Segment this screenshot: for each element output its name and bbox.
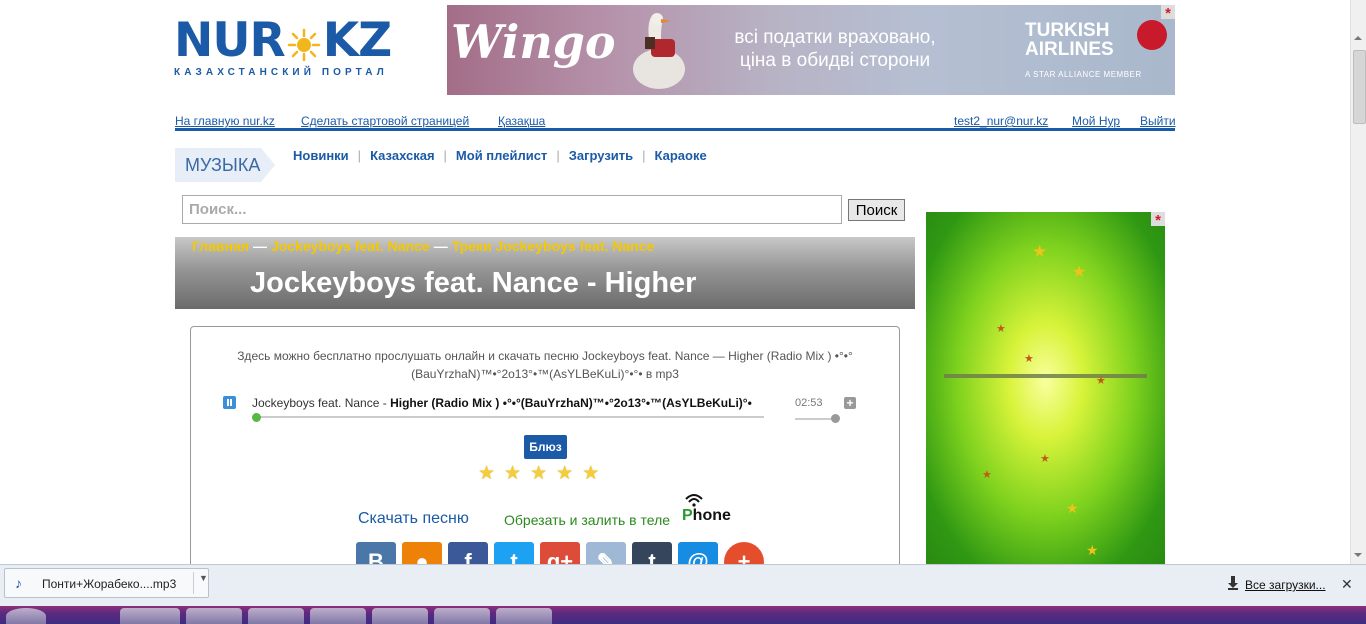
star-icon[interactable]: ★ [530, 462, 547, 485]
nav-my-playlist[interactable]: Мой плейлист [456, 148, 547, 163]
breadcrumb-home[interactable]: Главная [192, 238, 249, 254]
star-icon[interactable]: ★ [504, 462, 521, 485]
top-banner-ad[interactable]: Wingo всі податки враховано, ціна в обид… [447, 5, 1175, 95]
turkish-airlines-logo [1137, 20, 1167, 50]
taskbar-button[interactable] [434, 608, 490, 624]
track-description: Здесь можно бесплатно прослушать онлайн … [237, 349, 853, 381]
add-to-playlist-icon[interactable]: + [844, 397, 856, 409]
banner-line-1: всі податки враховано, [734, 27, 936, 48]
taskbar-button[interactable] [372, 608, 428, 624]
search-input[interactable] [182, 195, 842, 224]
close-icon[interactable]: ✕ [1341, 576, 1353, 593]
download-song-link[interactable]: Скачать песню [358, 510, 469, 528]
search-button[interactable]: Поиск [848, 199, 905, 221]
section-arrow [261, 148, 275, 182]
star-icon: ★ [1032, 242, 1048, 261]
phone-logo[interactable]: Phone [682, 493, 734, 527]
sun-icon [287, 24, 321, 62]
section-header[interactable]: МУЗЫКА [175, 148, 275, 182]
star-icon[interactable]: ★ [556, 462, 573, 485]
volume-handle[interactable] [831, 414, 840, 423]
all-downloads-link[interactable]: Все загрузки... [1245, 578, 1326, 592]
section-title: МУЗЫКА [175, 148, 261, 182]
ad-divider [944, 374, 1147, 378]
logo-text-nur: NUR [174, 13, 286, 68]
breadcrumb: Главная — Jockeyboys feat. Nance — Треки Joc… [192, 238, 655, 254]
nav-upload[interactable]: Загрузить [569, 148, 633, 163]
home-link[interactable]: На главную nur.kz [175, 114, 275, 128]
progress-bar[interactable] [256, 416, 764, 418]
music-navigation: Новинки | Казахская | Мой плейлист | Загрузить… [293, 148, 707, 163]
genre-badge[interactable]: Блюз [524, 435, 567, 459]
star-alliance-label: A STAR ALLIANCE MEMBER [1025, 70, 1142, 79]
goose-illustration [633, 13, 685, 89]
scrollbar-thumb[interactable] [1353, 50, 1366, 124]
download-file-name: Понти+Жорабеко....mp3 [42, 577, 177, 591]
taskbar-button[interactable] [120, 608, 180, 624]
page-title: Jockeyboys feat. Nance - Higher [250, 267, 697, 299]
pause-icon[interactable] [223, 396, 236, 409]
set-start-page-link[interactable]: Сделать стартовой страницей [301, 114, 469, 128]
banner-brand: Wingo [451, 15, 616, 69]
scroll-down-arrow-icon[interactable] [1352, 550, 1364, 560]
taskbar-button[interactable] [186, 608, 242, 624]
nav-kazakh[interactable]: Казахская [370, 148, 434, 163]
start-button[interactable] [6, 608, 46, 624]
volume-slider[interactable] [795, 418, 833, 420]
airline-name: TURKISH AIRLINES [1025, 20, 1114, 60]
star-icon: ★ [1024, 353, 1034, 365]
top-navigation: На главную nur.kz Сделать стартовой стра… [175, 114, 1176, 131]
star-icon: ★ [982, 469, 992, 481]
star-icon: ★ [1086, 542, 1099, 558]
logo-tagline: КАЗАХСТАНСКИЙ ПОРТАЛ [174, 67, 388, 78]
scroll-up-arrow-icon[interactable] [1352, 33, 1364, 43]
logout-link[interactable]: Выйти [1140, 114, 1176, 128]
logo-text-kz: KZ [322, 13, 392, 68]
user-account-link[interactable]: test2_nur@nur.kz [954, 114, 1048, 128]
player-track-title: Jockeyboys feat. Nance - Higher (Radio M… [252, 396, 752, 410]
ad-close-icon[interactable]: * [1151, 212, 1165, 229]
breadcrumb-artist[interactable]: Jockeyboys feat. Nance [271, 238, 430, 254]
breadcrumb-tracks[interactable]: Треки Jockeyboys feat. Nance [452, 238, 655, 254]
star-icon: ★ [1040, 453, 1050, 465]
ad-close-icon[interactable]: * [1161, 5, 1175, 22]
star-icon: ★ [1096, 375, 1106, 387]
my-nur-link[interactable]: Мой Нур [1072, 114, 1120, 128]
title-band: Главная — Jockeyboys feat. Nance — Треки Joc… [175, 237, 915, 309]
side-banner-ad[interactable]: ★ ★ ★ ★ ★ ★ ★ ★ ★ * [926, 212, 1165, 564]
nav-new[interactable]: Новинки [293, 148, 349, 163]
taskbar-button[interactable] [496, 608, 552, 624]
cut-ringtone-link[interactable]: Обрезать и залить в теле [504, 512, 670, 528]
star-icon: ★ [1066, 500, 1079, 516]
kazakh-language-link[interactable]: Қазақша [498, 114, 545, 128]
taskbar-button[interactable] [310, 608, 366, 624]
star-icon[interactable]: ★ [582, 462, 599, 485]
banner-line-2: ціна в обидві сторони [739, 50, 931, 71]
wifi-icon [685, 494, 703, 507]
chevron-down-icon[interactable]: ▼ [199, 573, 208, 583]
progress-handle[interactable] [252, 413, 261, 422]
download-item[interactable]: ♪ Понти+Жорабеко....mp3 ▼ [4, 568, 209, 598]
music-file-icon: ♪ [15, 575, 22, 591]
site-logo[interactable]: NUR KZ КАЗАХСТАНСКИЙ ПОРТАЛ [174, 13, 392, 84]
star-icon[interactable]: ★ [478, 462, 495, 485]
track-duration: 02:53 [795, 397, 823, 409]
download-arrow-icon [1228, 576, 1238, 590]
nav-karaoke[interactable]: Караоке [655, 148, 707, 163]
star-icon: ★ [1072, 264, 1087, 281]
rating-stars[interactable]: ★ ★ ★ ★ ★ [478, 462, 599, 485]
taskbar-button[interactable] [248, 608, 304, 624]
star-icon: ★ [996, 323, 1006, 335]
